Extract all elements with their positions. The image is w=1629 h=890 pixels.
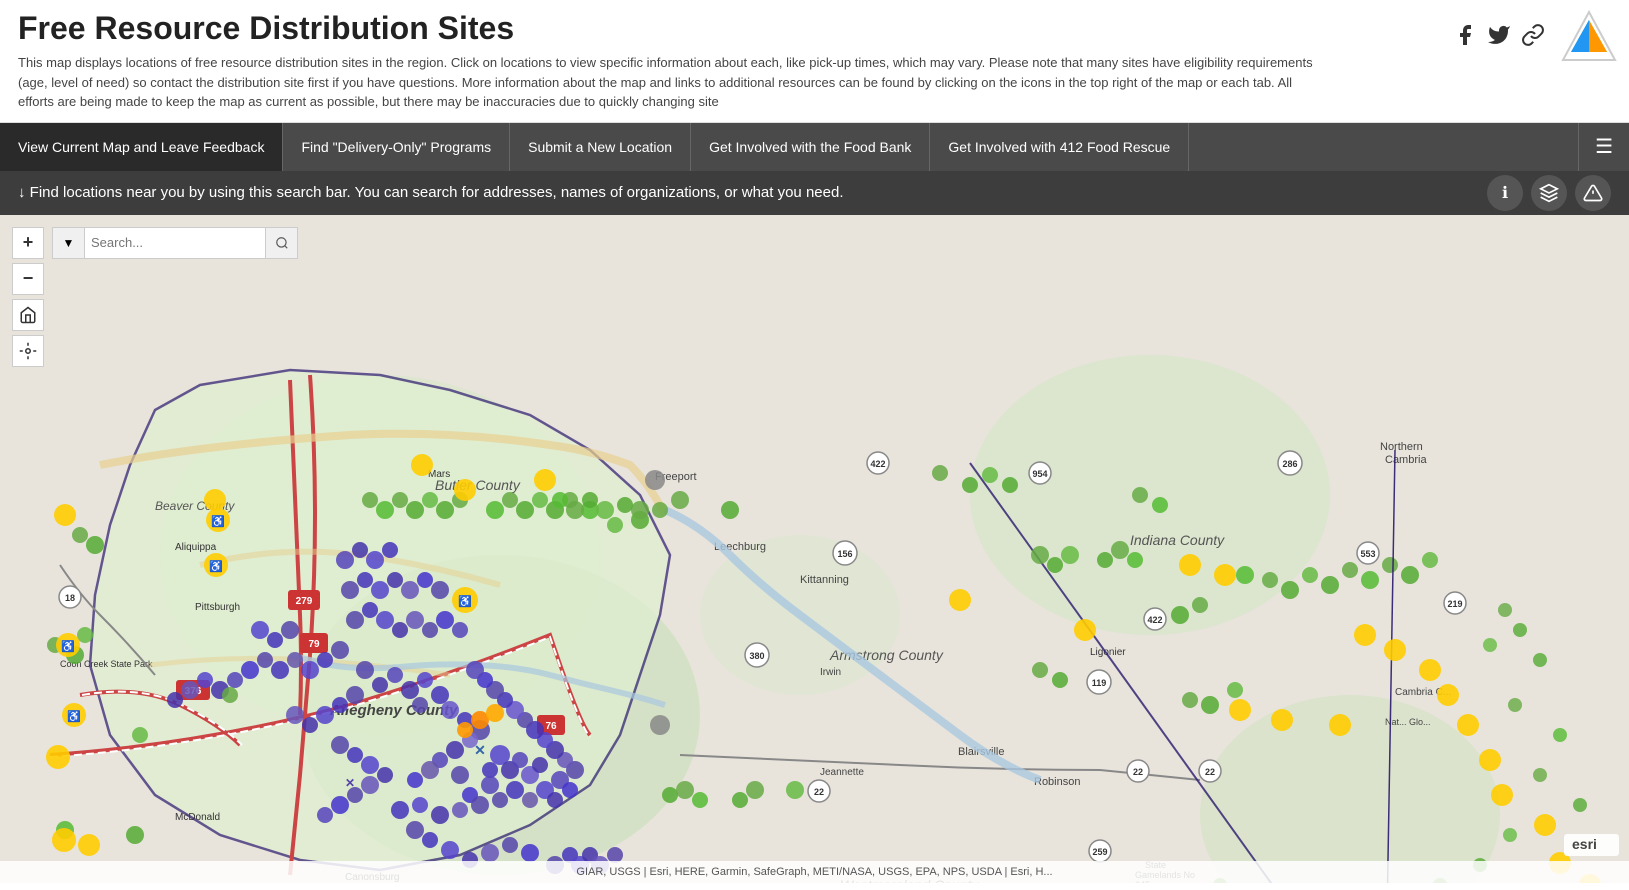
svg-text:♿: ♿ bbox=[211, 515, 225, 528]
menu-icon[interactable]: ☰ bbox=[1578, 123, 1629, 171]
svg-text:McDonald: McDonald bbox=[175, 812, 220, 823]
svg-text:422: 422 bbox=[870, 459, 885, 469]
svg-text:76: 76 bbox=[545, 721, 557, 732]
tab-food-rescue[interactable]: Get Involved with 412 Food Rescue bbox=[930, 123, 1189, 171]
svg-text:♿: ♿ bbox=[61, 640, 75, 653]
link-icon[interactable] bbox=[1521, 23, 1545, 53]
svg-text:119: 119 bbox=[1092, 678, 1107, 688]
map-svg[interactable]: Butler County Beaver County Armstrong Co… bbox=[0, 215, 1629, 883]
tab-current-map[interactable]: View Current Map and Leave Feedback bbox=[0, 123, 283, 171]
zoom-in-button[interactable]: + bbox=[12, 227, 44, 259]
svg-text:380: 380 bbox=[749, 651, 764, 661]
svg-text:Kittanning: Kittanning bbox=[800, 574, 849, 586]
svg-text:553: 553 bbox=[1360, 549, 1375, 559]
map-attribution: GIAR, USGS | Esri, HERE, Garmin, SafeGra… bbox=[0, 861, 1629, 883]
warning-icon-bar[interactable] bbox=[1575, 175, 1611, 211]
svg-text:18: 18 bbox=[65, 593, 75, 603]
twitter-icon[interactable] bbox=[1487, 23, 1511, 53]
search-dropdown[interactable]: ▼ bbox=[53, 228, 85, 258]
tab-submit-location[interactable]: Submit a New Location bbox=[510, 123, 691, 171]
svg-text:Cambria: Cambria bbox=[1385, 454, 1427, 466]
svg-text:Northern: Northern bbox=[1380, 441, 1423, 453]
svg-text:79: 79 bbox=[308, 639, 320, 650]
info-icon-bar[interactable]: ℹ bbox=[1487, 175, 1523, 211]
map-search-hint: ↓ Find locations near you by using this … bbox=[18, 184, 843, 201]
svg-text:♿: ♿ bbox=[209, 560, 223, 573]
svg-text:259: 259 bbox=[1092, 847, 1107, 857]
svg-text:22: 22 bbox=[1205, 767, 1215, 777]
search-input[interactable] bbox=[85, 228, 265, 258]
svg-text:Nat... Glo...: Nat... Glo... bbox=[1385, 717, 1431, 727]
svg-text:✕: ✕ bbox=[345, 776, 355, 790]
locate-button[interactable] bbox=[12, 335, 44, 367]
search-submit-button[interactable] bbox=[265, 228, 297, 258]
social-icons bbox=[1453, 23, 1545, 53]
top-right-area bbox=[1453, 8, 1619, 68]
svg-text:Pittsburgh: Pittsburgh bbox=[195, 602, 240, 613]
svg-text:Jeannette: Jeannette bbox=[820, 767, 864, 778]
map-search-bar: ↓ Find locations near you by using this … bbox=[0, 171, 1629, 215]
svg-text:22: 22 bbox=[814, 787, 824, 797]
svg-text:♿: ♿ bbox=[67, 710, 81, 723]
svg-text:Robinson: Robinson bbox=[1034, 776, 1080, 788]
esri-logo-bottom: esri bbox=[1564, 834, 1619, 861]
svg-text:156: 156 bbox=[837, 549, 852, 559]
map-bar-icons: ℹ bbox=[1487, 175, 1611, 211]
zoom-out-button[interactable]: − bbox=[12, 263, 44, 295]
esri-logo bbox=[1559, 8, 1619, 68]
layers-icon-bar[interactable] bbox=[1531, 175, 1567, 211]
svg-text:219: 219 bbox=[1447, 599, 1462, 609]
page-description: This map displays locations of free reso… bbox=[18, 53, 1318, 112]
tab-delivery-only[interactable]: Find "Delivery-Only" Programs bbox=[283, 123, 510, 171]
svg-text:Irwin: Irwin bbox=[820, 667, 841, 678]
svg-text:279: 279 bbox=[296, 596, 313, 607]
svg-text:Indiana County: Indiana County bbox=[1130, 532, 1225, 548]
facebook-icon[interactable] bbox=[1453, 23, 1477, 53]
svg-text:♿: ♿ bbox=[458, 595, 472, 608]
nav-tabs: View Current Map and Leave Feedback Find… bbox=[0, 123, 1629, 171]
svg-text:Aliquippa: Aliquippa bbox=[175, 542, 217, 553]
svg-text:✕: ✕ bbox=[474, 742, 486, 758]
svg-text:422: 422 bbox=[1147, 615, 1162, 625]
map-search-box: ▼ bbox=[52, 227, 298, 259]
page-title: Free Resource Distribution Sites bbox=[18, 10, 1569, 47]
map-controls: + − bbox=[12, 227, 44, 367]
map-container: Butler County Beaver County Armstrong Co… bbox=[0, 215, 1629, 883]
svg-text:esri: esri bbox=[1572, 836, 1597, 852]
home-button[interactable] bbox=[12, 299, 44, 331]
svg-text:286: 286 bbox=[1282, 459, 1297, 469]
svg-text:954: 954 bbox=[1032, 469, 1047, 479]
svg-text:22: 22 bbox=[1133, 767, 1143, 777]
page-header: Free Resource Distribution Sites This ma… bbox=[0, 0, 1629, 123]
tab-food-bank[interactable]: Get Involved with the Food Bank bbox=[691, 123, 930, 171]
